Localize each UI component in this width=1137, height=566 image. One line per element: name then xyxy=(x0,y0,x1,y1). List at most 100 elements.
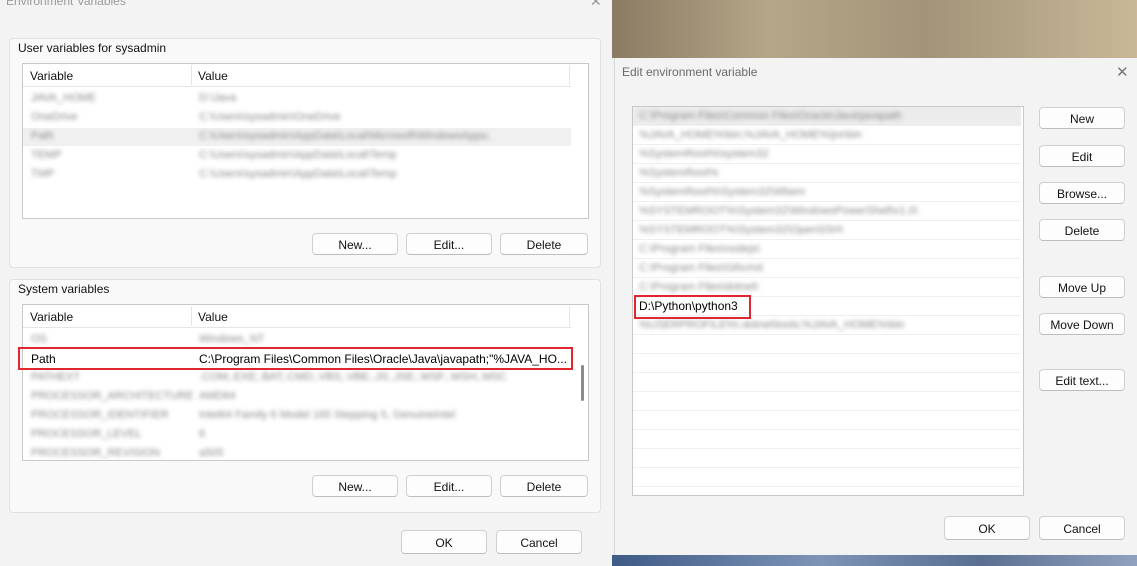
variable-name: OS xyxy=(31,333,47,345)
variable-value: Windows_NT xyxy=(199,333,265,345)
browse-button[interactable]: Browse... xyxy=(1039,182,1125,204)
variable-value: C:\Users\sysadmin\AppData\Local\Temp xyxy=(199,168,397,180)
variable-value: C:\Users\sysadmin\AppData\Local\Microsof… xyxy=(199,130,490,142)
variable-name: TEMP xyxy=(31,149,62,161)
path-entry: %SYSTEMROOT%\System32\OpenSSH\ xyxy=(639,224,844,236)
list-item xyxy=(633,468,1021,487)
list-item[interactable]: C:\Program Files\Common Files\Oracle\Jav… xyxy=(633,107,1021,126)
list-item xyxy=(633,411,1021,430)
column-header-variable[interactable]: Variable xyxy=(30,69,73,83)
move-up-button[interactable]: Move Up xyxy=(1039,276,1125,298)
list-header: Variable Value xyxy=(23,64,571,87)
list-item[interactable]: C:\Program Files\Git\cmd xyxy=(633,259,1021,278)
list-item xyxy=(633,430,1021,449)
path-entry: %SystemRoot%\System32\Wbem xyxy=(639,186,806,198)
user-edit-button[interactable]: Edit... xyxy=(406,233,492,255)
close-icon[interactable]: ✕ xyxy=(590,0,602,10)
table-row[interactable]: TEMP C:\Users\sysadmin\AppData\Local\Tem… xyxy=(23,147,571,165)
list-item xyxy=(633,354,1021,373)
column-header-variable[interactable]: Variable xyxy=(30,310,73,324)
new-button[interactable]: New xyxy=(1039,107,1125,129)
variable-value: C:\Users\sysadmin\AppData\Local\Temp xyxy=(199,149,397,161)
system-variables-group: System variables Variable Value OS Windo… xyxy=(9,279,601,513)
list-item[interactable]: %JAVA_HOME%\bin;%JAVA_HOME%\jre\bin xyxy=(633,126,1021,145)
list-item[interactable]: %SYSTEMROOT%\System32\OpenSSH\ xyxy=(633,221,1021,240)
variable-value: a505 xyxy=(199,447,224,459)
delete-button[interactable]: Delete xyxy=(1039,219,1125,241)
path-entry: C:\Program Files\Common Files\Oracle\Jav… xyxy=(639,110,902,122)
variable-name: PATHEXT xyxy=(31,371,81,383)
python3-entry-highlight xyxy=(634,295,751,319)
table-row[interactable]: OneDrive C:\Users\sysadmin\OneDrive xyxy=(23,109,571,127)
cancel-button[interactable]: Cancel xyxy=(496,530,582,554)
path-row-highlight xyxy=(18,347,573,370)
desktop-background xyxy=(612,0,1137,58)
variable-name: PROCESSOR_ARCHITECTURE xyxy=(31,390,194,402)
environment-variables-window: Environment Variables ✕ User variables f… xyxy=(0,0,612,566)
list-item xyxy=(633,392,1021,411)
path-entry: %SYSTEMROOT%\System32\WindowsPowerShell\… xyxy=(639,205,918,217)
user-variables-group: User variables for sysadmin Variable Val… xyxy=(9,38,601,268)
list-item[interactable]: %SystemRoot% xyxy=(633,164,1021,183)
ok-button[interactable]: OK xyxy=(401,530,487,554)
user-variables-label: User variables for sysadmin xyxy=(18,41,167,55)
column-header-value[interactable]: Value xyxy=(198,310,228,324)
variable-value: C:\Users\sysadmin\OneDrive xyxy=(199,111,341,123)
system-delete-button[interactable]: Delete xyxy=(500,475,588,497)
list-header: Variable Value xyxy=(23,305,571,328)
list-item[interactable]: %SYSTEMROOT%\System32\WindowsPowerShell\… xyxy=(633,202,1021,221)
variable-name: Path xyxy=(31,130,54,142)
table-row[interactable]: PROCESSOR_ARCHITECTURE AMD64 xyxy=(23,388,571,406)
variable-value: 6 xyxy=(199,428,206,440)
desktop-background xyxy=(612,555,1137,566)
user-variables-list[interactable]: Variable Value JAVA_HOME D:\Java OneDriv… xyxy=(22,63,589,219)
variable-name: PROCESSOR_IDENTIFIER xyxy=(31,409,169,421)
table-row[interactable]: TMP C:\Users\sysadmin\AppData\Local\Temp xyxy=(23,166,571,184)
path-entry: %SystemRoot% xyxy=(639,167,719,179)
path-entry: %JAVA_HOME%\bin;%JAVA_HOME%\jre\bin xyxy=(639,129,862,141)
window-title: Edit environment variable xyxy=(622,65,758,79)
table-row[interactable]: Path C:\Users\sysadmin\AppData\Local\Mic… xyxy=(23,128,571,146)
user-new-button[interactable]: New... xyxy=(312,233,398,255)
variable-name: JAVA_HOME xyxy=(31,92,96,104)
variable-value: AMD64 xyxy=(199,390,236,402)
variable-value: .COM;.EXE;.BAT;.CMD;.VBS;.VBE;.JS;.JSE;.… xyxy=(199,371,507,383)
variable-name: TMP xyxy=(31,168,55,180)
list-item[interactable]: C:\Program Files\nodejs\ xyxy=(633,240,1021,259)
table-row[interactable]: PROCESSOR_IDENTIFIER Intel64 Family 6 Mo… xyxy=(23,407,571,425)
edit-button[interactable]: Edit xyxy=(1039,145,1125,167)
list-item xyxy=(633,335,1021,354)
edit-environment-variable-window: Edit environment variable ✕ C:\Program F… xyxy=(614,58,1137,555)
system-new-button[interactable]: New... xyxy=(312,475,398,497)
user-delete-button[interactable]: Delete xyxy=(500,233,588,255)
path-entry: C:\Program Files\Git\cmd xyxy=(639,262,763,274)
list-item[interactable]: %SystemRoot%\System32\Wbem xyxy=(633,183,1021,202)
system-variables-list[interactable]: Variable Value OS Windows_NT Path C:\Pro… xyxy=(22,304,589,461)
ok-button[interactable]: OK xyxy=(944,516,1030,540)
system-variables-label: System variables xyxy=(18,282,110,296)
table-row[interactable]: PROCESSOR_REVISION a505 xyxy=(23,445,571,459)
variable-name: OneDrive xyxy=(31,111,78,123)
variable-value: Intel64 Family 6 Model 165 Stepping 5, G… xyxy=(199,409,456,421)
list-item xyxy=(633,449,1021,468)
table-row[interactable]: PROCESSOR_LEVEL 6 xyxy=(23,426,571,444)
path-entry: %USERPROFILE%\.dotnet\tools;%JAVA_HOME%\… xyxy=(639,319,905,331)
edit-text-button[interactable]: Edit text... xyxy=(1039,369,1125,391)
system-edit-button[interactable]: Edit... xyxy=(406,475,492,497)
table-row[interactable]: PATHEXT .COM;.EXE;.BAT;.CMD;.VBS;.VBE;.J… xyxy=(23,369,571,387)
move-down-button[interactable]: Move Down xyxy=(1039,313,1125,335)
variable-value: D:\Java xyxy=(199,92,237,104)
variable-name: PROCESSOR_REVISION xyxy=(31,447,160,459)
table-row[interactable]: JAVA_HOME D:\Java xyxy=(23,90,571,108)
column-header-value[interactable]: Value xyxy=(198,69,228,83)
path-entry: C:\Program Files\dotnet\ xyxy=(639,281,759,293)
window-title: Environment Variables xyxy=(6,0,126,8)
variable-name: PROCESSOR_LEVEL xyxy=(31,428,142,440)
scrollbar-thumb[interactable] xyxy=(581,365,584,401)
list-item xyxy=(633,373,1021,392)
path-entry: %SystemRoot%\system32 xyxy=(639,148,769,160)
list-item[interactable]: %SystemRoot%\system32 xyxy=(633,145,1021,164)
close-icon[interactable]: ✕ xyxy=(1116,63,1129,81)
cancel-button[interactable]: Cancel xyxy=(1039,516,1125,540)
path-entry: C:\Program Files\nodejs\ xyxy=(639,243,761,255)
